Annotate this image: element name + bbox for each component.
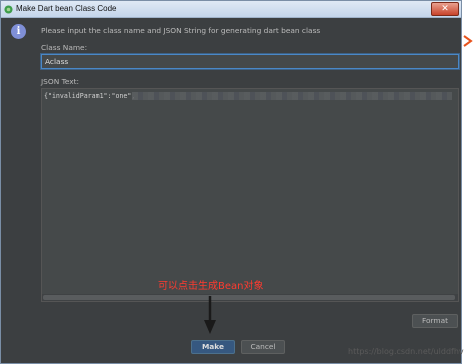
orange-chevron-icon: [463, 35, 473, 47]
json-text-label: JSON Text:: [41, 77, 80, 86]
dialog-window: Make Dart bean Class Code ✕ i Please inp…: [0, 0, 462, 364]
format-button[interactable]: Format: [412, 314, 458, 328]
android-studio-icon: [4, 5, 13, 14]
title-bar[interactable]: Make Dart bean Class Code ✕: [1, 1, 461, 18]
info-icon: i: [11, 24, 26, 39]
json-text-content: {"invalidParam1":"one",: [44, 92, 136, 100]
class-name-label: Class Name:: [41, 43, 88, 52]
blurred-json-content: [132, 92, 452, 100]
scrollbar-thumb[interactable]: [43, 295, 455, 300]
horizontal-scrollbar[interactable]: [42, 294, 458, 301]
background-page-edge: [462, 0, 474, 364]
json-text-area[interactable]: {"invalidParam1":"one",: [41, 88, 459, 302]
red-arrow-down: [204, 296, 216, 334]
window-title: Make Dart bean Class Code: [16, 4, 117, 13]
watermark: https://blog.csdn.net/ulddfhv: [348, 347, 464, 356]
annotation-text: 可以点击生成Bean对象: [158, 281, 264, 292]
class-name-input[interactable]: Aclass: [41, 54, 459, 69]
make-button[interactable]: Make: [191, 340, 235, 354]
info-message: Please input the class name and JSON Str…: [41, 26, 321, 35]
close-button[interactable]: ✕: [431, 2, 459, 16]
cancel-button[interactable]: Cancel: [241, 340, 285, 354]
